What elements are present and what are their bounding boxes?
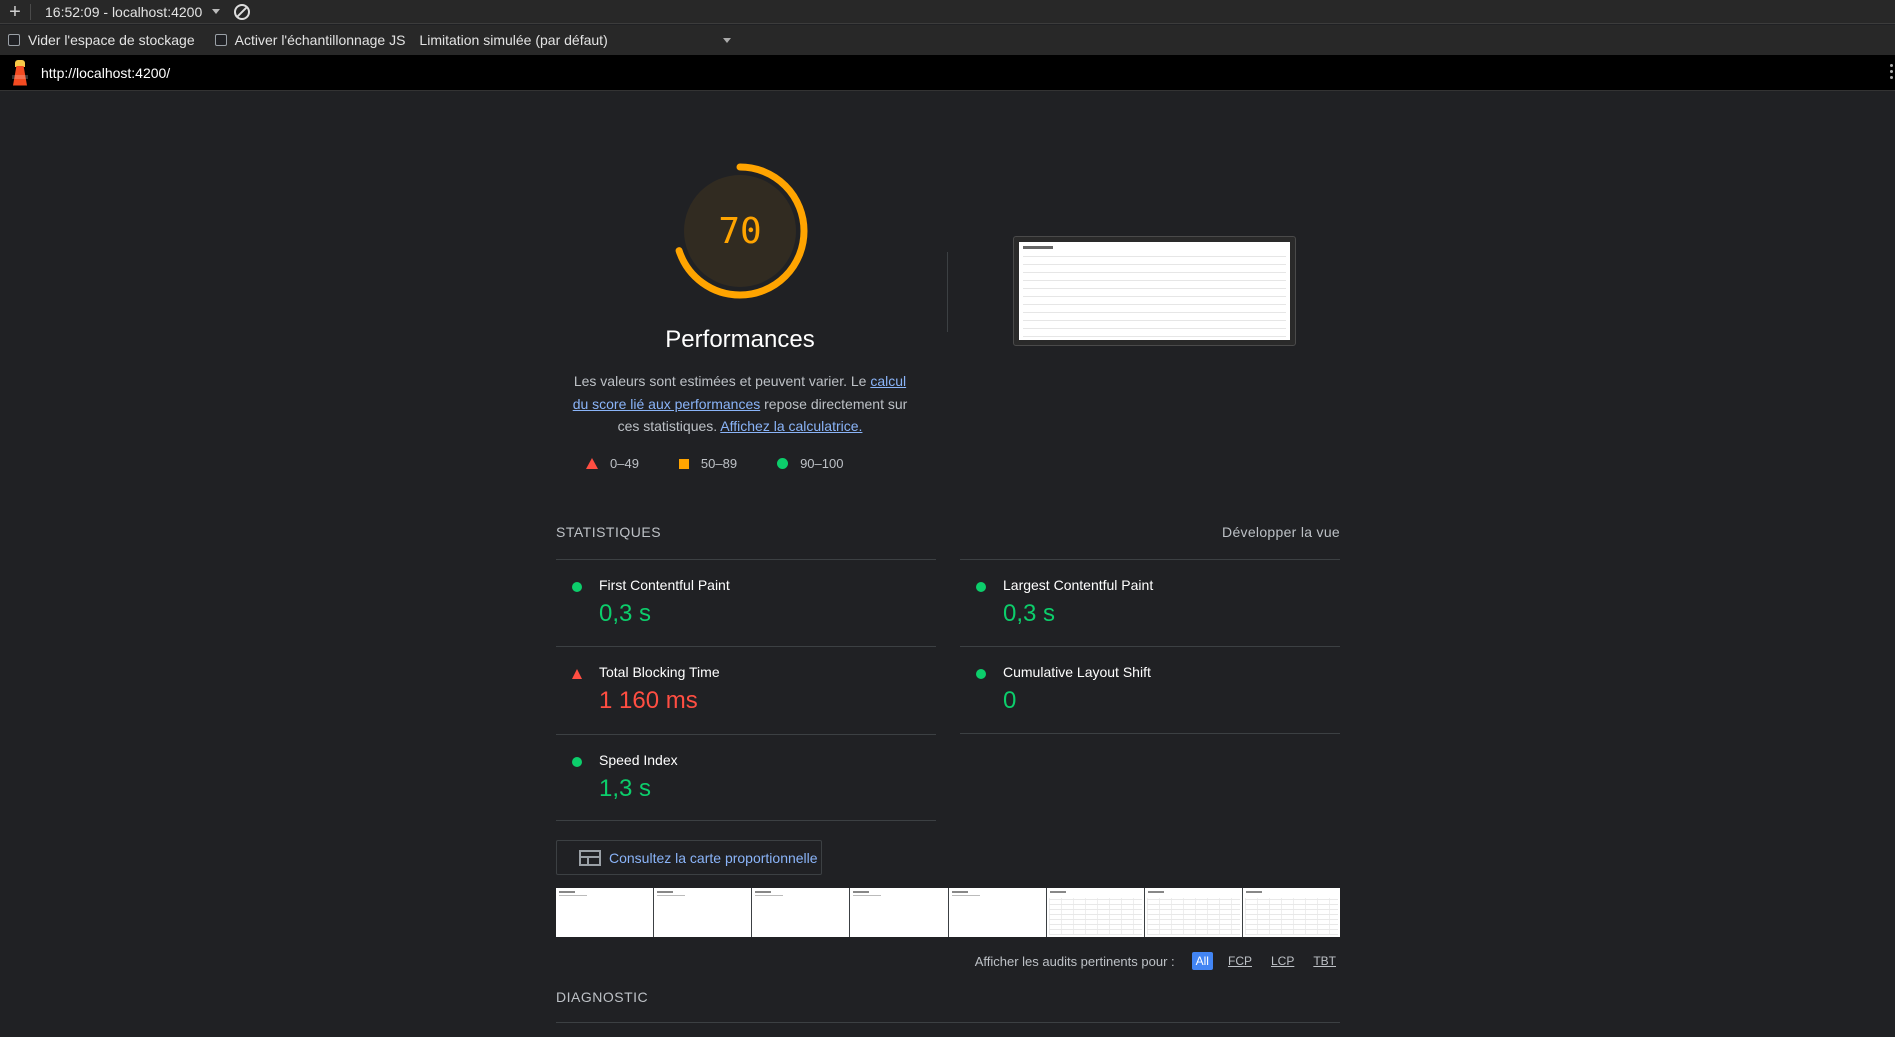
treemap-icon — [579, 849, 601, 866]
report-url: http://localhost:4200/ — [41, 64, 171, 81]
view-treemap-button[interactable]: Consultez la carte proportionnelle — [556, 840, 822, 875]
filter-label: Afficher les audits pertinents pour : — [974, 953, 1175, 969]
score-description: Les valeurs sont estimées et peuvent var… — [566, 370, 914, 438]
divider — [947, 252, 948, 332]
pass-circle-icon — [976, 582, 986, 592]
filmstrip-frame — [654, 888, 752, 937]
metric-value: 0 — [1003, 687, 1017, 714]
performance-score-gauge: 70 — [672, 163, 808, 299]
options-bar: Vider l'espace de stockage Activer l'éch… — [0, 25, 1895, 55]
filmstrip-frame — [948, 888, 1046, 937]
metric-label: Cumulative Layout Shift — [1003, 664, 1151, 680]
report-selector[interactable]: 16:52:09 - localhost:4200 — [45, 3, 221, 20]
score-legend: 0–49 50–89 90–100 — [586, 456, 883, 471]
chevron-down-icon — [212, 9, 221, 14]
filmstrip — [556, 888, 1340, 937]
filmstrip-frame — [556, 888, 654, 937]
filmstrip-frame — [1242, 888, 1340, 937]
toolbar-divider — [30, 3, 31, 20]
metric-label: Largest Contentful Paint — [1003, 577, 1154, 593]
legend-fail: 0–49 — [586, 456, 639, 471]
checkbox-box[interactable] — [8, 34, 20, 46]
checkbox-box[interactable] — [214, 34, 227, 46]
calculator-link[interactable]: Affichez la calculatrice. — [720, 418, 862, 434]
legend-average: 50–89 — [678, 456, 738, 471]
score-value: 70 — [718, 210, 762, 252]
clear-storage-label: Vider l'espace de stockage — [28, 32, 195, 48]
triangle-icon — [586, 458, 598, 469]
metric-si: Speed Index 1,3 s — [556, 734, 936, 822]
final-screenshot[interactable] — [1013, 236, 1296, 346]
metric-value: 0,3 s — [599, 600, 652, 627]
square-icon — [678, 458, 689, 469]
audit-filter: Afficher les audits pertinents pour : Al… — [556, 952, 1340, 970]
throttling-select[interactable]: Limitation simulée (par défaut) — [419, 32, 737, 48]
clear-storage-checkbox[interactable]: Vider l'espace de stockage — [8, 32, 195, 48]
pass-circle-icon — [976, 669, 986, 679]
metrics-heading: STATISTIQUES — [556, 524, 662, 540]
metric-label: First Contentful Paint — [599, 577, 730, 593]
legend-average-label: 50–89 — [700, 456, 738, 471]
pass-circle-icon — [572, 582, 582, 592]
chevron-down-icon — [723, 37, 732, 43]
metrics-divider — [556, 820, 936, 821]
metric-value: 0,3 s — [1003, 600, 1056, 627]
category-title: Performances — [665, 326, 815, 353]
filmstrip-frame — [752, 888, 850, 937]
filmstrip-frame — [850, 888, 948, 937]
metric-label: Speed Index — [599, 752, 678, 768]
expand-view-toggle[interactable]: Développer la vue — [1222, 524, 1340, 540]
report-selector-label: 16:52:09 - localhost:4200 — [45, 3, 203, 20]
desc-text-1: Les valeurs sont estimées et peuvent var… — [573, 373, 871, 389]
metric-value: 1 160 ms — [599, 687, 698, 714]
treemap-label: Consultez la carte proportionnelle — [609, 849, 818, 866]
metrics-divider — [960, 733, 1340, 734]
filmstrip-frame — [1144, 888, 1242, 937]
fail-triangle-icon — [572, 669, 582, 679]
filter-fcp-chip[interactable]: FCP — [1224, 952, 1256, 970]
block-icon[interactable] — [234, 3, 251, 20]
throttling-value: Limitation simulée (par défaut) — [419, 32, 608, 48]
lighthouse-logo-icon — [9, 58, 31, 88]
filter-lcp-chip[interactable]: LCP — [1267, 952, 1298, 970]
devtools-toolbar: + 16:52:09 - localhost:4200 — [0, 0, 1895, 24]
diagnostic-divider — [556, 1022, 1340, 1023]
diagnostic-heading: DIAGNOSTIC — [556, 989, 649, 1005]
legend-fail-label: 0–49 — [610, 456, 639, 471]
more-options-icon[interactable] — [1890, 64, 1893, 79]
report-url-bar: http://localhost:4200/ — [0, 55, 1895, 91]
plus-icon[interactable]: + — [0, 1, 30, 23]
js-sampling-checkbox[interactable]: Activer l'échantillonnage JS — [214, 32, 406, 48]
metric-cls: Cumulative Layout Shift 0 — [960, 646, 1340, 734]
metric-fcp: First Contentful Paint 0,3 s — [556, 559, 936, 647]
metric-lcp: Largest Contentful Paint 0,3 s — [960, 559, 1340, 647]
screenshot-thumbnail — [1019, 242, 1290, 340]
filter-all-chip[interactable]: All — [1191, 952, 1213, 970]
circle-icon — [777, 458, 789, 469]
filter-tbt-chip[interactable]: TBT — [1309, 952, 1340, 970]
metric-value: 1,3 s — [599, 775, 652, 802]
legend-pass: 90–100 — [777, 456, 843, 471]
metric-label: Total Blocking Time — [599, 664, 720, 680]
pass-circle-icon — [572, 757, 582, 767]
filmstrip-frame — [1046, 888, 1144, 937]
legend-pass-label: 90–100 — [800, 456, 844, 471]
metric-tbt: Total Blocking Time 1 160 ms — [556, 646, 936, 734]
js-sampling-label: Activer l'échantillonnage JS — [234, 32, 406, 48]
metrics-header: STATISTIQUES Développer la vue — [556, 524, 1340, 540]
